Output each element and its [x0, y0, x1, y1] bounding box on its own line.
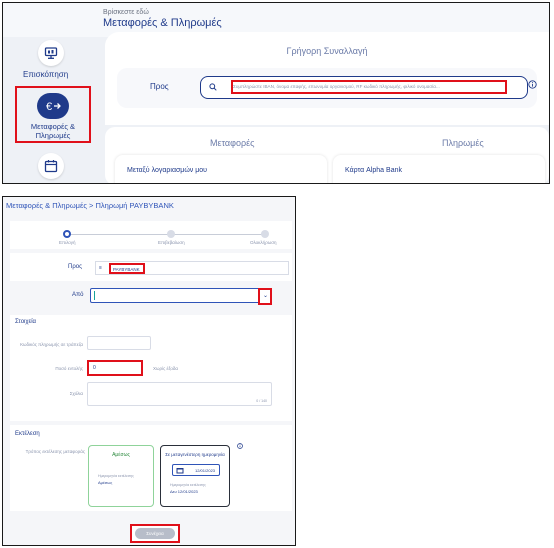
execute-now-title: Αμέσως	[112, 452, 130, 458]
payment-code-input[interactable]	[87, 336, 151, 350]
execute-later-sub-value: Δευ 12/01/2023	[170, 489, 198, 494]
menu-icon: ≡	[99, 265, 102, 271]
tab-transfers[interactable]: Μεταφορές	[210, 138, 254, 148]
step-label: Επιβεβαίωση	[158, 240, 185, 245]
recipient-search-input[interactable]: Συμπληρώστε IBAN, όνομα επαφής, επωνυμία…	[200, 76, 528, 99]
recipient-row: Προς ≡ PAYBYBANK	[10, 253, 292, 281]
date-value: 12/01/2023	[195, 468, 216, 473]
source-account-row: Από ⌄	[10, 285, 292, 309]
step-progress: Επιλογή Επιβεβαίωση Ολοκλήρωση	[10, 221, 292, 249]
recipient-value: PAYBYBANK	[113, 267, 140, 272]
date-picker[interactable]: 12/01/2023	[172, 464, 220, 476]
sidebar: Επισκόπηση € Μεταφορές & Πληρωμές	[3, 37, 100, 183]
sidebar-item-overview[interactable]: Επισκόπηση	[23, 70, 68, 79]
execute-now-sub-value: Αμέσως	[98, 480, 113, 485]
details-section: Στοιχεία Κωδικός πληρωμής σε τράπεζα Ποσ…	[10, 315, 292, 421]
execute-now-option[interactable]: Αμέσως Ημερομηνία εκτέλεσης Αμέσως	[88, 445, 154, 507]
comments-textarea[interactable]: 0 / 140	[87, 382, 272, 406]
top-screenshot-panel: Βρίσκεστε εδώ Μεταφορές & Πληρωμές Επισκ…	[2, 2, 550, 184]
text-cursor	[94, 291, 95, 300]
step-dot	[261, 230, 269, 238]
to-label: Προς	[68, 264, 82, 270]
euro-transfer-icon: €	[37, 93, 69, 119]
execute-now-sub-label: Ημερομηνία εκτέλεσης	[98, 474, 134, 478]
char-counter: 0 / 140	[256, 399, 267, 403]
quick-transaction-title: Γρήγορη Συναλλαγή	[286, 46, 368, 56]
search-icon	[209, 83, 217, 91]
svg-text:€: €	[46, 101, 52, 113]
step-line	[68, 234, 264, 235]
sidebar-item-transfers-payments[interactable]: € Μεταφορές & Πληρωμές	[15, 86, 91, 143]
comments-label: Σχόλια	[69, 391, 83, 396]
execution-section: Εκτέλεση Τρόπος εκτέλεσης μεταφοράς Αμέσ…	[10, 425, 292, 511]
sidebar-item-label: Μεταφορές & Πληρωμές	[30, 122, 76, 140]
tab-payments[interactable]: Πληρωμές	[442, 138, 484, 148]
continue-highlight: Συνέχεια	[130, 524, 180, 543]
payment-code-label: Κωδικός πληρωμής σε τράπεζα	[20, 342, 83, 347]
source-account-select[interactable]	[90, 288, 268, 303]
dropdown-toggle[interactable]: ⌄	[258, 288, 272, 305]
fees-label: Χωρίς έξοδα	[153, 366, 179, 371]
quick-transaction-card: Γρήγορη Συναλλαγή Προς Συμπληρώστε IBAN,…	[105, 32, 549, 125]
between-accounts-card[interactable]: Μεταξύ λογαριασμών μου	[115, 155, 327, 183]
step-dot	[167, 230, 175, 238]
recipient-highlight: PAYBYBANK	[109, 263, 145, 274]
details-title: Στοιχεία	[15, 319, 37, 325]
to-label: Προς	[150, 82, 169, 91]
paybybank-form-panel: Μεταφορές & Πληρωμές > Πληρωμή PAYBYBANK…	[2, 196, 296, 546]
amount-label: Ποσό εντολής	[55, 366, 83, 371]
step-label: Ολοκλήρωση	[250, 240, 277, 245]
recipient-field[interactable]: ≡ PAYBYBANK	[95, 261, 289, 275]
execute-later-title: Σε μεταγενέστερη ημερομηνία	[165, 452, 225, 457]
calendar-icon	[176, 468, 184, 474]
alpha-card-payment-card[interactable]: Κάρτα Alpha Bank	[333, 155, 545, 183]
continue-button[interactable]: Συνέχεια	[135, 528, 175, 539]
info-icon[interactable]	[528, 80, 537, 89]
transfer-options-panel: Μεταφορές Πληρωμές Μεταξύ λογαριασμών μο…	[105, 127, 549, 183]
info-icon[interactable]	[237, 443, 243, 449]
page-title: Μεταφορές & Πληρωμές	[103, 17, 222, 29]
from-label: Από	[72, 292, 84, 298]
execute-later-option[interactable]: Σε μεταγενέστερη ημερομηνία 12/01/2023 Η…	[160, 445, 230, 507]
chevron-down-icon: ⌄	[263, 293, 269, 299]
between-accounts-label: Μεταξύ λογαριασμών μου	[127, 167, 208, 174]
search-placeholder: Συμπληρώστε IBAN, όνομα επαφής, επωνυμία…	[233, 84, 440, 89]
step-label: Επιλογή	[59, 240, 76, 245]
breadcrumb: Μεταφορές & Πληρωμές > Πληρωμή PAYBYBANK	[6, 201, 174, 210]
amount-input[interactable]: 0	[87, 360, 143, 376]
execution-mode-label: Τρόπος εκτέλεσης μεταφοράς	[25, 449, 85, 454]
step-dot-current	[63, 230, 71, 238]
breadcrumb-hint: Βρίσκεστε εδώ	[103, 9, 149, 16]
alpha-card-label: Κάρτα Alpha Bank	[345, 167, 402, 174]
calendar-icon[interactable]	[38, 153, 64, 179]
overview-icon[interactable]	[38, 40, 64, 66]
execute-later-sub-label: Ημερομηνία εκτέλεσης	[170, 483, 206, 487]
quick-transaction-row: Προς Συμπληρώστε IBAN, όνομα επαφής, επω…	[117, 68, 537, 108]
execution-title: Εκτέλεση	[15, 431, 40, 437]
amount-value: 0	[93, 365, 96, 371]
